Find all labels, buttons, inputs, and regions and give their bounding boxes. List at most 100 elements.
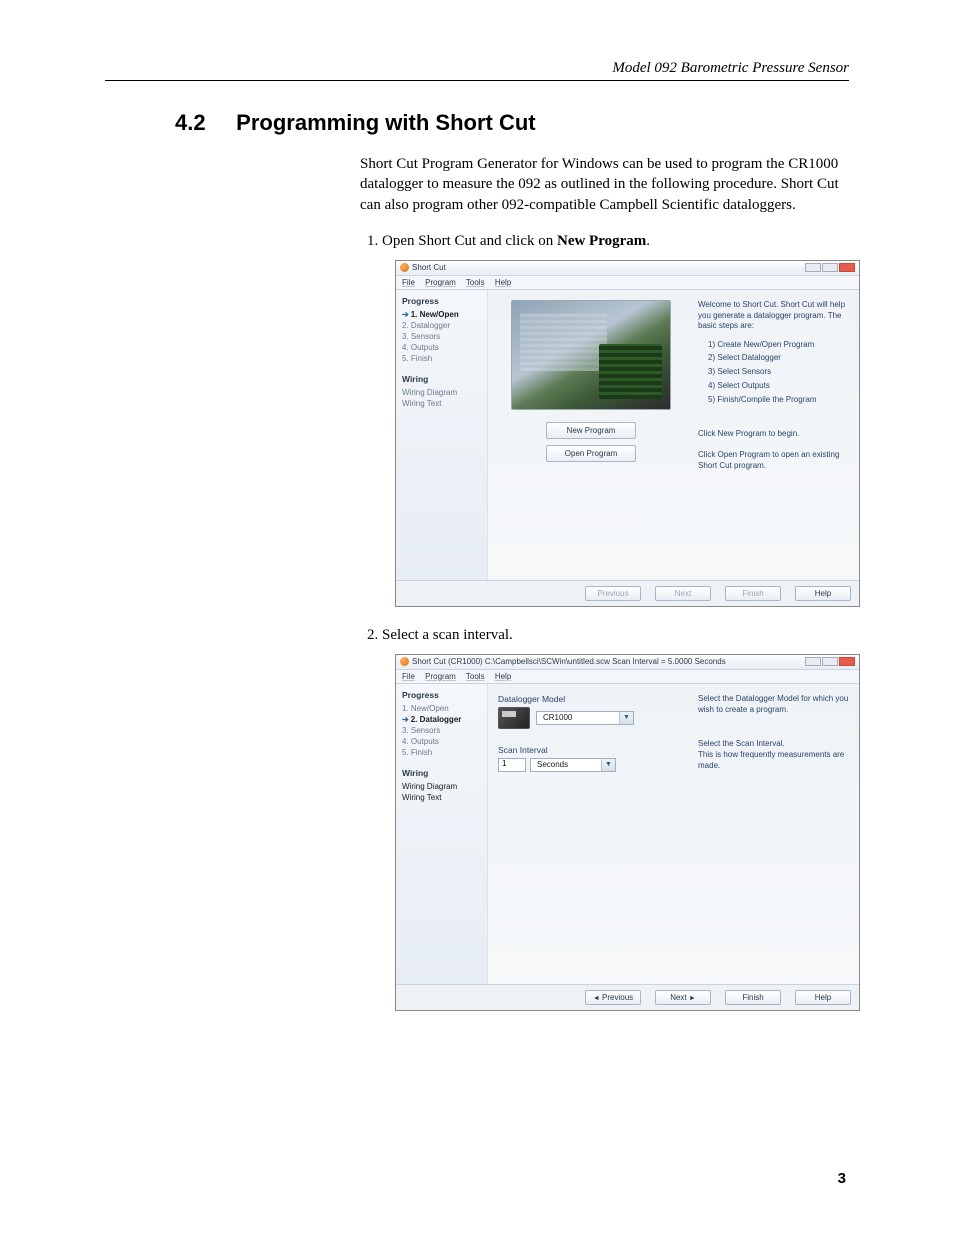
finish-button[interactable]: Finish — [725, 990, 781, 1005]
sidebar-step-label: 2. Datalogger — [411, 715, 462, 724]
step-1-bold: New Program — [557, 233, 646, 249]
menu-file[interactable]: File — [402, 278, 415, 287]
section-intro: Short Cut Program Generator for Windows … — [360, 154, 859, 215]
chevron-down-icon: ▼ — [619, 712, 633, 724]
close-button[interactable] — [839, 263, 855, 272]
previous-label: Previous — [602, 993, 633, 1002]
sidebar-progress-title: Progress — [402, 690, 481, 700]
chevron-down-icon: ▼ — [601, 759, 615, 771]
menu-help[interactable]: Help — [495, 278, 511, 287]
window-buttons — [805, 657, 855, 666]
window-title: Short Cut (CR1000) C:\Campbellsci\SCWin\… — [412, 657, 726, 666]
chevron-left-icon: ◄ — [593, 995, 600, 1002]
sidebar-step-outputs[interactable]: 4. Outputs — [402, 342, 481, 353]
wizard-footer: ◄ Previous Next ► Finish Help — [396, 984, 859, 1010]
menubar: File Program Tools Help — [396, 276, 859, 290]
sidebar-wiring-text[interactable]: Wiring Text — [402, 398, 481, 409]
next-button[interactable]: Next ► — [655, 990, 711, 1005]
previous-button[interactable]: Previous — [585, 586, 641, 601]
open-program-button[interactable]: Open Program — [546, 445, 636, 462]
arrow-icon: ➔ — [402, 715, 409, 724]
datalogger-model-dropdown[interactable]: CR1000 ▼ — [536, 711, 634, 725]
section-number: 4.2 — [175, 110, 206, 135]
next-button[interactable]: Next — [655, 586, 711, 601]
window-title: Short Cut — [412, 263, 446, 272]
instructions-panel: Welcome to Short Cut. Short Cut will hel… — [694, 290, 859, 580]
maximize-button[interactable] — [822, 263, 838, 272]
menu-program[interactable]: Program — [425, 278, 456, 287]
steps-list: Open Short Cut and click on New Program. — [360, 233, 859, 250]
instr-step-4: 4) Select Outputs — [698, 380, 851, 394]
help-button[interactable]: Help — [795, 990, 851, 1005]
sidebar-step-label: 1. New/Open — [411, 310, 459, 319]
instr-scan-detail: This is how frequently measurements are … — [698, 750, 851, 772]
minimize-button[interactable] — [805, 263, 821, 272]
scan-units-value: Seconds — [531, 760, 601, 769]
instr-step-3: 3) Select Sensors — [698, 366, 851, 380]
menu-tools[interactable]: Tools — [466, 278, 485, 287]
step-1-pre: Open Short Cut and click on — [382, 233, 557, 249]
screenshot-shortcut-datalogger: Short Cut (CR1000) C:\Campbellsci\SCWin\… — [395, 654, 860, 1011]
screenshot-shortcut-welcome: Short Cut File Program Tools Help Progre… — [395, 260, 860, 607]
sidebar-wiring-text[interactable]: Wiring Text — [402, 792, 481, 803]
chevron-right-icon: ► — [689, 995, 696, 1002]
maximize-button[interactable] — [822, 657, 838, 666]
menu-program[interactable]: Program — [425, 672, 456, 681]
instr-step-1: 1) Create New/Open Program — [698, 338, 851, 352]
page-header: Model 092 Barometric Pressure Sensor — [105, 60, 849, 81]
step-1: Open Short Cut and click on New Program. — [382, 233, 859, 250]
sidebar-step-sensors[interactable]: 3. Sensors — [402, 331, 481, 342]
help-button[interactable]: Help — [795, 586, 851, 601]
center-panel: New Program Open Program — [488, 290, 694, 580]
window-titlebar: Short Cut — [396, 261, 859, 276]
previous-button[interactable]: ◄ Previous — [585, 990, 641, 1005]
content: 4.2 Programming with Short Cut Short Cut… — [105, 110, 859, 1031]
welcome-text: Welcome to Short Cut. Short Cut will hel… — [698, 300, 851, 332]
instructions-panel: Select the Datalogger Model for which yo… — [694, 684, 859, 984]
hero-image — [511, 300, 671, 410]
datalogger-model-label: Datalogger Model — [498, 694, 684, 704]
hint-new: Click New Program to begin. — [698, 429, 851, 440]
sidebar-wiring-title: Wiring — [402, 374, 481, 384]
sidebar-step-outputs[interactable]: 4. Outputs — [402, 736, 481, 747]
new-program-button[interactable]: New Program — [546, 422, 636, 439]
header-title: Model 092 Barometric Pressure Sensor — [612, 60, 849, 76]
finish-button[interactable]: Finish — [725, 586, 781, 601]
sidebar: Progress ➔1. New/Open 2. Datalogger 3. S… — [396, 290, 488, 580]
sidebar-wiring-diagram[interactable]: Wiring Diagram — [402, 387, 481, 398]
menu-file[interactable]: File — [402, 672, 415, 681]
center-panel: Datalogger Model CR1000 ▼ Scan Interval … — [488, 684, 694, 984]
minimize-button[interactable] — [805, 657, 821, 666]
wizard-footer: Previous Next Finish Help — [396, 580, 859, 606]
menubar: File Program Tools Help — [396, 670, 859, 684]
sidebar-step-newopen[interactable]: ➔1. New/Open — [402, 309, 481, 320]
section-heading: 4.2 Programming with Short Cut — [175, 110, 859, 136]
sidebar-wiring-title: Wiring — [402, 768, 481, 778]
sidebar-step-finish[interactable]: 5. Finish — [402, 353, 481, 364]
sidebar-step-datalogger[interactable]: 2. Datalogger — [402, 320, 481, 331]
sidebar-step-datalogger[interactable]: ➔2. Datalogger — [402, 714, 481, 725]
sidebar-step-newopen[interactable]: 1. New/Open — [402, 703, 481, 714]
datalogger-model-value: CR1000 — [537, 713, 619, 722]
instr-model: Select the Datalogger Model for which yo… — [698, 694, 851, 716]
window-buttons — [805, 263, 855, 272]
instr-step-2: 2) Select Datalogger — [698, 352, 851, 366]
sidebar-progress-title: Progress — [402, 296, 481, 306]
sidebar-step-finish[interactable]: 5. Finish — [402, 747, 481, 758]
menu-help[interactable]: Help — [495, 672, 511, 681]
menu-tools[interactable]: Tools — [466, 672, 485, 681]
page-number: 3 — [838, 1170, 846, 1187]
hint-open: Click Open Program to open an existing S… — [698, 450, 851, 472]
instr-step-5: 5) Finish/Compile the Program — [698, 393, 851, 407]
app-icon — [400, 263, 409, 272]
step-1-post: . — [646, 233, 650, 249]
scan-interval-units-dropdown[interactable]: Seconds ▼ — [530, 758, 616, 772]
instr-scan: Select the Scan Interval. — [698, 739, 851, 750]
datalogger-icon — [498, 707, 530, 729]
close-button[interactable] — [839, 657, 855, 666]
sidebar-wiring-diagram[interactable]: Wiring Diagram — [402, 781, 481, 792]
sidebar-step-sensors[interactable]: 3. Sensors — [402, 725, 481, 736]
sidebar: Progress 1. New/Open ➔2. Datalogger 3. S… — [396, 684, 488, 984]
scan-interval-input[interactable]: 1 — [498, 758, 526, 772]
next-label: Next — [670, 993, 686, 1002]
